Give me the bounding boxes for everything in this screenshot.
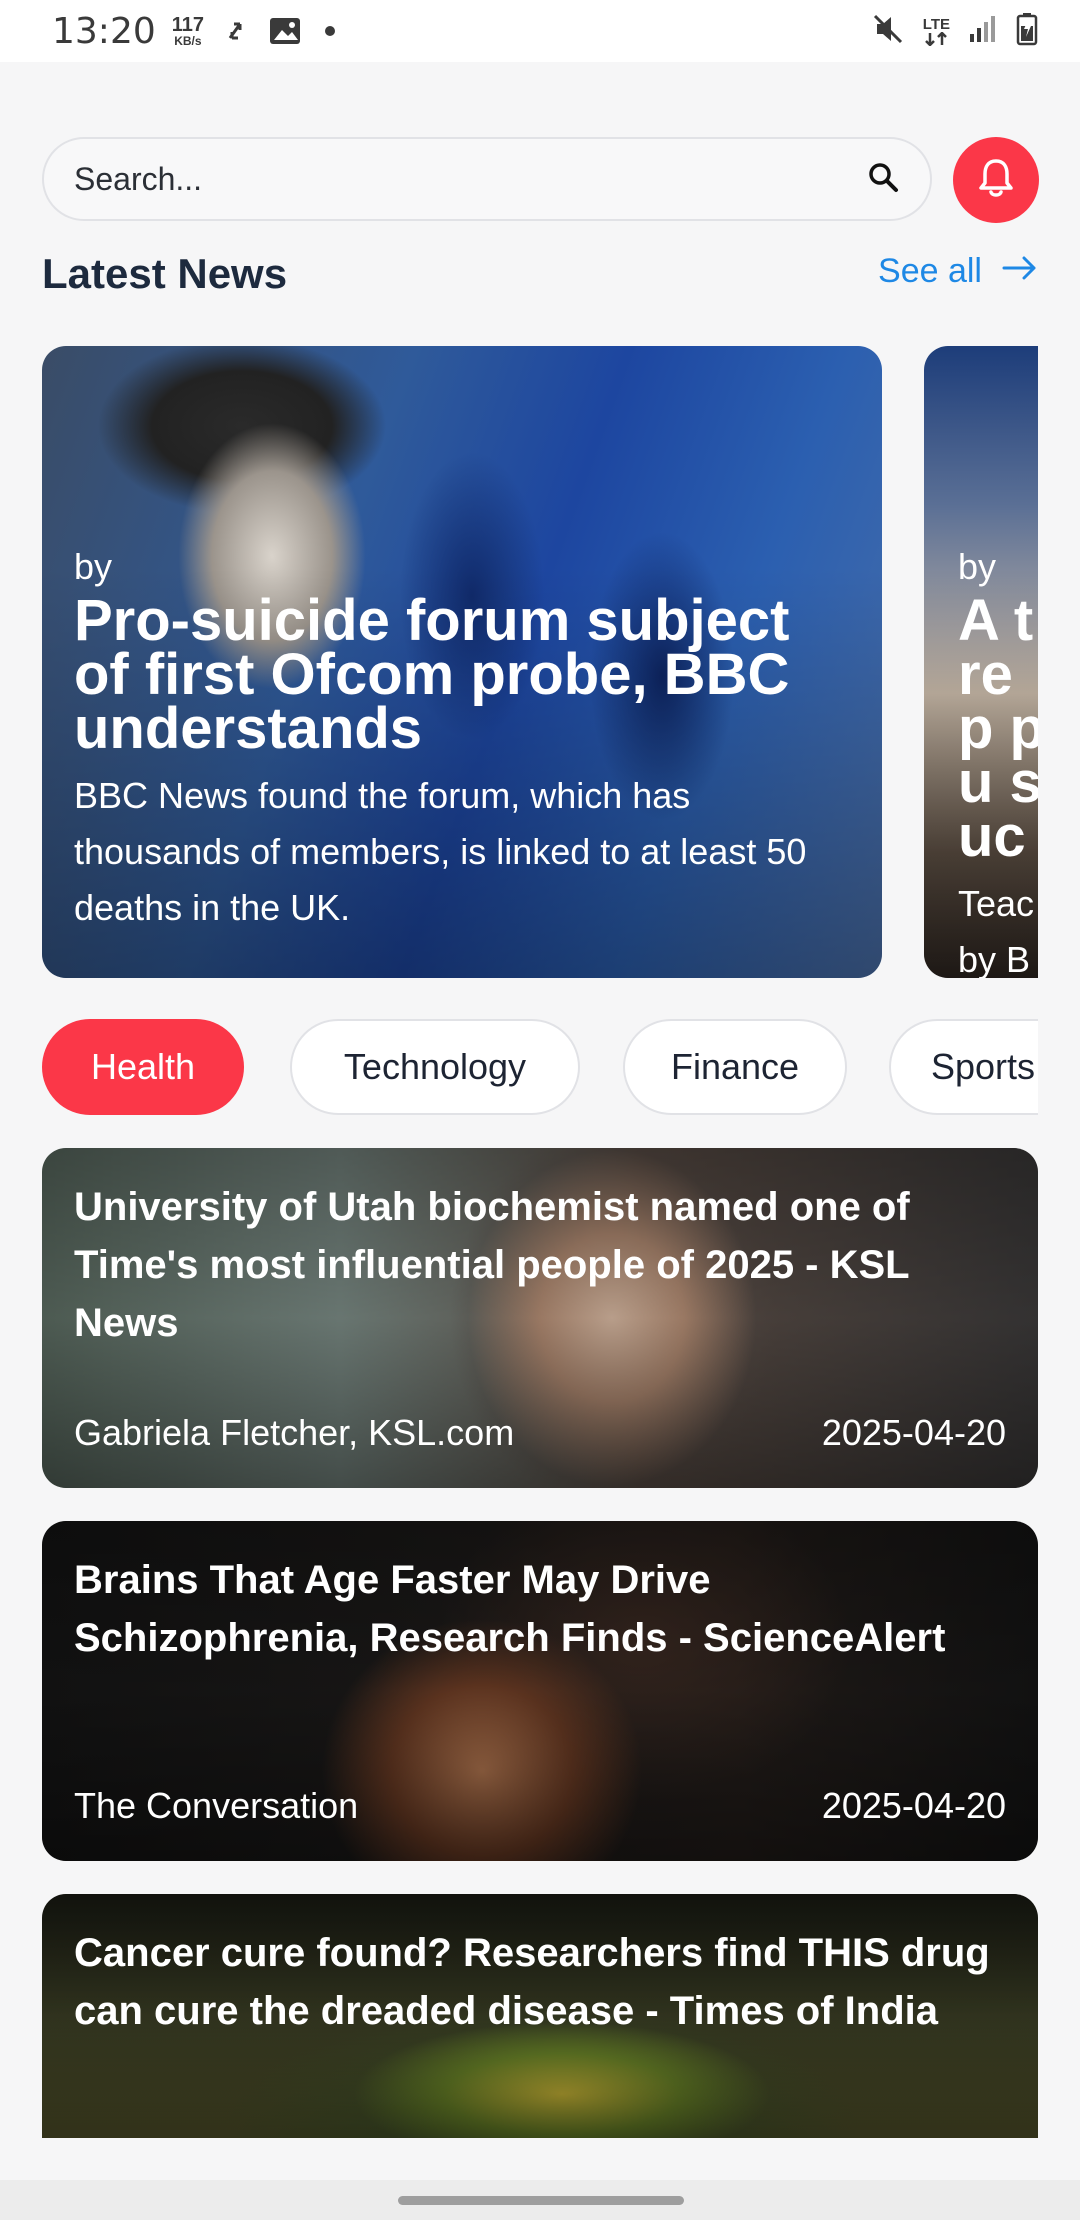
see-all-link[interactable]: See all [878, 252, 1038, 291]
category-chips: Health Technology Finance Sports [42, 1019, 1038, 1115]
mute-icon [871, 12, 905, 51]
news-title: Cancer cure found? Researchers find THIS… [74, 1931, 990, 2033]
image-icon [268, 16, 302, 46]
battery-icon [1016, 12, 1038, 51]
latest-news-carousel[interactable]: by Pro-suicide forum subject of first Of… [42, 346, 1038, 978]
sync-icon [226, 16, 246, 46]
news-card[interactable]: Cancer cure found? Researchers find THIS… [42, 1894, 1038, 2138]
chip-finance[interactable]: Finance [623, 1019, 847, 1115]
chip-sports[interactable]: Sports [889, 1019, 1038, 1115]
search-icon[interactable] [866, 160, 900, 199]
lte-label: LTE [922, 15, 950, 33]
hero-author: by [74, 546, 113, 587]
chip-technology[interactable]: Technology [290, 1019, 580, 1115]
status-time: 13:20 [52, 10, 156, 52]
chip-health[interactable]: Health [42, 1019, 244, 1115]
hero-content: by Pro-suicide forum subject of first Of… [74, 546, 842, 936]
news-source: Gabriela Fletcher, KSL.com [74, 1412, 515, 1453]
news-title: University of Utah biochemist named one … [74, 1185, 910, 1345]
arrow-right-icon [1002, 252, 1038, 291]
hero-description: BBC News found the forum, which has thou… [74, 775, 807, 928]
signal-icon [968, 14, 998, 49]
network-speed-value: 117 [171, 14, 205, 36]
hero-content: by A t rep pu suc Teac by B tackl [958, 546, 1038, 978]
dot-icon [324, 25, 336, 37]
hero-author: by [958, 546, 997, 587]
status-right-icons: LTE [871, 12, 1038, 51]
see-all-label: See all [878, 252, 982, 290]
news-source: The Conversation [74, 1785, 359, 1826]
network-speed: 117 KB/s [172, 15, 204, 47]
hero-title: Pro-suicide forum subject of first Ofcom… [74, 588, 790, 761]
bell-icon [976, 156, 1016, 205]
status-bar: 13:20 117 KB/s LTE [0, 0, 1080, 62]
hero-description: Teac by B tackl [958, 883, 1035, 978]
hero-news-card[interactable]: by A t rep pu suc Teac by B tackl [924, 346, 1038, 978]
notifications-button[interactable] [953, 137, 1039, 223]
search-placeholder: Search... [74, 160, 203, 197]
news-date: 2025-04-20 [821, 1412, 1006, 1453]
news-date: 2025-04-20 [821, 1785, 1006, 1826]
system-nav-bar [0, 2180, 1080, 2220]
search-input[interactable]: Search... [42, 137, 932, 221]
hero-news-card[interactable]: by Pro-suicide forum subject of first Of… [42, 346, 882, 978]
news-title: Brains That Age Faster May Drive Schizop… [74, 1558, 946, 1660]
home-gesture-handle[interactable] [398, 2196, 684, 2205]
hero-title: A t rep pu suc [958, 588, 1038, 869]
news-card[interactable]: Brains That Age Faster May Drive Schizop… [42, 1521, 1038, 1861]
network-speed-unit: KB/s [174, 34, 202, 48]
lte-icon: LTE [923, 17, 950, 46]
latest-news-title: Latest News [42, 250, 288, 297]
news-card[interactable]: University of Utah biochemist named one … [42, 1148, 1038, 1488]
